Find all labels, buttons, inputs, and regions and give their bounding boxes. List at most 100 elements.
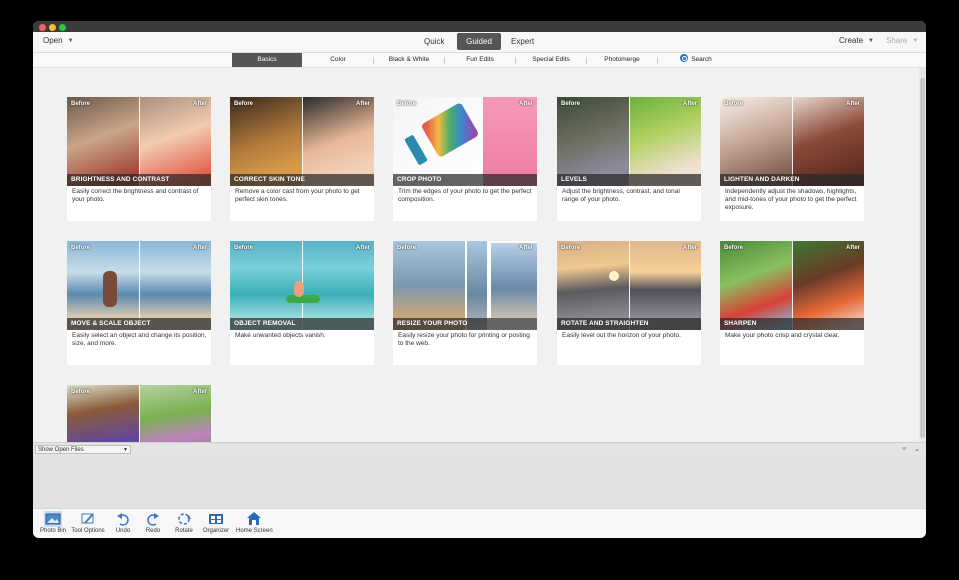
search-icon: [680, 54, 689, 62]
before-label: Before: [397, 245, 417, 251]
rotate-label: Rotate: [175, 528, 193, 534]
open-menu-label: Open: [43, 36, 63, 45]
card-thumbnail: Before After: [67, 385, 211, 442]
card-description: Easily level out the horizon of your pho…: [562, 332, 681, 339]
create-menu[interactable]: Create ▼: [839, 36, 874, 45]
after-label: After: [845, 101, 860, 107]
after-label: After: [355, 101, 370, 107]
card-title: MOVE & SCALE OBJECT: [71, 320, 151, 327]
card-title: LIGHTEN AND DARKEN: [724, 176, 800, 183]
card-thumbnail: Before After LIGHTEN AND DARKEN: [720, 97, 864, 186]
card-levels[interactable]: Before After LEVELS Adjust the brightnes…: [557, 97, 701, 221]
after-label: After: [355, 245, 370, 251]
panel-menu-icon[interactable]: ≡: [902, 446, 906, 453]
minimize-window-button[interactable]: [49, 24, 56, 31]
content-scrollbar[interactable]: [919, 68, 926, 442]
guided-category-bar: Basics Color Black & White Fun Edits Spe…: [33, 53, 926, 68]
card-correct-skin-tone[interactable]: Before After CORRECT SKIN TONE Remove a …: [230, 97, 374, 221]
chevron-down-icon: ▼: [868, 38, 874, 44]
card-title: BRIGHTNESS AND CONTRAST: [71, 176, 170, 183]
tab-expert[interactable]: Expert: [505, 33, 540, 50]
panel-controls: ≡ ⌄: [902, 445, 920, 453]
organizer-label: Organizer: [202, 528, 230, 534]
tool-options-icon: [79, 511, 97, 527]
search-button[interactable]: Search: [671, 53, 721, 67]
after-label: After: [682, 101, 697, 107]
card-title: SHARPEN: [724, 320, 757, 327]
card-description: Easily select an object and change its p…: [72, 332, 207, 347]
show-open-files-select[interactable]: Show Open Files ▼: [35, 445, 131, 454]
share-menu[interactable]: Share ▼: [886, 36, 918, 45]
tool-options-button[interactable]: Tool Options: [70, 511, 106, 534]
card-description: Trim the edges of your photo to get the …: [398, 188, 532, 203]
card-crop-photo[interactable]: Before After CROP PHOTO Trim the edges o…: [393, 97, 537, 221]
open-menu[interactable]: Open ▼: [43, 36, 74, 45]
home-screen-button[interactable]: Home Screen: [236, 511, 273, 534]
home-screen-label: Home Screen: [236, 528, 273, 534]
create-menu-label: Create: [839, 36, 864, 45]
app-window: Open ▼ Quick Guided Expert Create ▼ Share ▼…: [33, 21, 926, 538]
redo-icon: [144, 511, 162, 527]
photo-bin-label: Photo Bin: [39, 528, 67, 534]
tab-photomerge[interactable]: Photomerge: [587, 53, 657, 67]
after-label: After: [845, 245, 860, 251]
tab-fun-edits[interactable]: Fun Edits: [445, 53, 515, 67]
before-label: Before: [724, 245, 744, 251]
tool-options-label: Tool Options: [71, 528, 105, 534]
before-label: Before: [71, 101, 91, 107]
mode-bar: Open ▼ Quick Guided Expert Create ▼ Share ▼: [33, 32, 926, 53]
divider: [657, 57, 658, 64]
after-label: After: [192, 245, 207, 251]
search-label: Search: [691, 56, 712, 63]
chevron-down-icon: ▼: [123, 447, 128, 453]
after-label: After: [518, 101, 533, 107]
chevron-down-icon[interactable]: ⌄: [914, 446, 920, 453]
card-thumbnail: Before After SHARPEN: [720, 241, 864, 330]
zoom-window-button[interactable]: [59, 24, 66, 31]
card-title: LEVELS: [561, 176, 587, 183]
tab-guided[interactable]: Guided: [457, 33, 501, 50]
scrollbar-thumb[interactable]: [920, 78, 925, 438]
card-thumbnail: Before After ROTATE AND STRAIGHTEN: [557, 241, 701, 330]
card-lighten-darken[interactable]: Before After LIGHTEN AND DARKEN Independ…: [720, 97, 864, 221]
show-open-files-label: Show Open Files: [38, 447, 84, 453]
tab-basics[interactable]: Basics: [232, 53, 302, 67]
card-partial[interactable]: Before After: [67, 385, 211, 442]
card-description: Easily resize your photo for printing or…: [398, 332, 530, 347]
close-window-button[interactable]: [39, 24, 46, 31]
card-thumbnail: Before After LEVELS: [557, 97, 701, 186]
photo-bin-button[interactable]: Photo Bin: [35, 511, 71, 534]
card-description: Independently adjust the shadows, highli…: [725, 188, 857, 211]
card-sharpen[interactable]: Before After SHARPEN Make your photo cri…: [720, 241, 864, 365]
tab-black-white[interactable]: Black & White: [374, 53, 444, 67]
rotate-icon: [175, 511, 193, 527]
card-object-removal[interactable]: Before After OBJECT REMOVAL Make unwante…: [230, 241, 374, 365]
tab-quick[interactable]: Quick: [418, 33, 450, 50]
card-resize-photo[interactable]: Before After RESIZE YOUR PHOTO Easily re…: [393, 241, 537, 365]
before-label: Before: [561, 245, 581, 251]
photo-bin-icon: [44, 511, 62, 527]
bottom-toolbar: Photo Bin Tool Options Undo Redo Rotate: [33, 508, 926, 538]
rotate-button[interactable]: Rotate: [166, 511, 202, 534]
card-rotate-straighten[interactable]: Before After ROTATE AND STRAIGHTEN Easil…: [557, 241, 701, 365]
undo-icon: [114, 511, 132, 527]
tab-color[interactable]: Color: [303, 53, 373, 67]
photo-bin-area: [33, 456, 926, 508]
home-screen-icon: [245, 511, 263, 527]
card-title: RESIZE YOUR PHOTO: [397, 320, 468, 327]
before-label: Before: [234, 101, 254, 107]
before-label: Before: [71, 245, 91, 251]
after-label: After: [192, 389, 207, 395]
card-thumbnail: Before After MOVE & SCALE OBJECT: [67, 241, 211, 330]
card-brightness-contrast[interactable]: Before After BRIGHTNESS AND CONTRAST Eas…: [67, 97, 211, 221]
card-description: Adjust the brightness, contrast, and ton…: [562, 188, 680, 203]
after-label: After: [192, 101, 207, 107]
after-label: After: [682, 245, 697, 251]
organizer-button[interactable]: Organizer: [198, 511, 234, 534]
tab-special-edits[interactable]: Special Edits: [516, 53, 586, 67]
card-description: Remove a color cast from your photo to g…: [235, 188, 360, 203]
card-title: CROP PHOTO: [397, 176, 442, 183]
chevron-down-icon: ▼: [912, 38, 919, 44]
card-move-scale-object[interactable]: Before After MOVE & SCALE OBJECT Easily …: [67, 241, 211, 365]
organizer-icon: [207, 511, 225, 527]
